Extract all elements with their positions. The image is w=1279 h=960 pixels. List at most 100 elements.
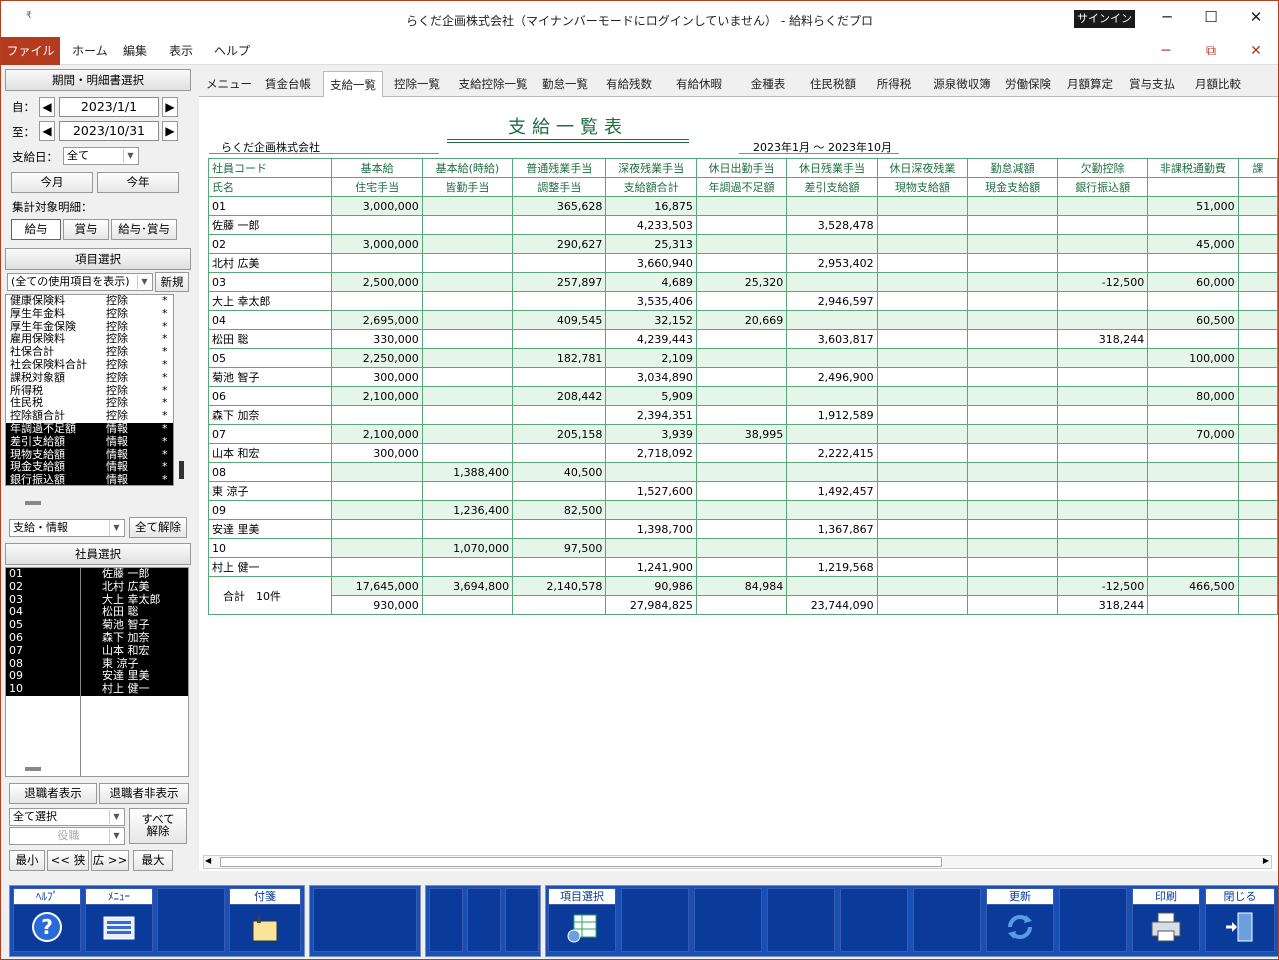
item-list-scrollbar[interactable] (179, 461, 184, 479)
item-list-row[interactable]: 銀行振込額 情報 * (6, 473, 173, 485)
print-button[interactable]: 印刷 (1132, 888, 1200, 952)
show-retired-button[interactable]: 退職者表示 (9, 783, 97, 804)
table-row[interactable]: 東 涼子 1,527,600 1,492,457 (207, 481, 1278, 501)
employee-row[interactable]: 08 東 涼子 (6, 657, 188, 671)
tab-10[interactable]: 住民税額 (803, 71, 863, 97)
table-row[interactable]: 08 1,388,400 40,500 (207, 462, 1278, 482)
blank-function-key[interactable] (621, 888, 689, 952)
employee-row[interactable]: 10 村上 健一 (6, 682, 188, 696)
this-month-button[interactable]: 今月 (11, 172, 93, 193)
blank-function-key[interactable] (157, 888, 225, 952)
item-type-select[interactable]: 支給・情報 ▼ (9, 519, 125, 537)
post-dropdown[interactable]: 役職 ▼ (9, 827, 125, 845)
tab-12[interactable]: 源泉徴収簿 (927, 71, 997, 97)
menu-file[interactable]: ファイル (1, 37, 60, 65)
table-row[interactable]: 松田 聡 330,000 4,239,443 3,603,817 318,244 (207, 329, 1278, 349)
table-row[interactable]: 大上 幸太郎 3,535,406 2,946,597 (207, 291, 1278, 311)
tab-2[interactable]: 賃金台帳 (259, 71, 317, 97)
close-icon[interactable]: ✕ (1236, 5, 1276, 29)
table-row[interactable]: 森下 加奈 2,394,351 1,912,589 (207, 405, 1278, 425)
tab-9[interactable]: 金種表 (739, 71, 797, 97)
table-row[interactable]: 合計 10件 17,645,000 3,694,800 2,140,578 90,986… (207, 576, 1278, 615)
maximize-icon[interactable]: ☐ (1191, 5, 1231, 29)
item-list-row[interactable]: 厚生年金料 控除 * (6, 307, 173, 321)
item-list-row[interactable]: 差引支給額 情報 * (6, 435, 173, 449)
table-row[interactable]: 佐藤 一郎 4,233,503 3,528,478 (207, 215, 1278, 235)
employee-row[interactable]: 02 北村 広美 (6, 580, 188, 594)
from-next-button[interactable]: ▶ (162, 97, 178, 117)
blank-function-key[interactable] (913, 888, 981, 952)
blank-function-key[interactable] (313, 888, 417, 952)
to-next-button[interactable]: ▶ (162, 121, 178, 141)
blank-function-key[interactable] (767, 888, 835, 952)
agg-both-button[interactable]: 給与･賞与 (111, 219, 177, 240)
release-all-button[interactable]: すべて 解除 (129, 808, 187, 844)
employee-row[interactable]: 01 佐藤 一郎 (6, 568, 188, 581)
update-button[interactable]: 更新 (986, 888, 1054, 952)
tab-1[interactable]: メニュー (203, 71, 255, 97)
agg-bonus-button[interactable]: 賞与 (63, 219, 109, 240)
item-list-row[interactable]: 健康保険料 控除 * (6, 295, 173, 308)
tab-16[interactable]: 月額比較 (1187, 71, 1249, 97)
blank-function-key[interactable] (467, 888, 501, 952)
employee-row[interactable]: 06 森下 加奈 (6, 631, 188, 645)
item-filter-select[interactable]: (全ての使用項目を表示) ▼ (7, 273, 153, 291)
item-list-row[interactable]: 課税対象額 控除 * (6, 371, 173, 385)
zoom-max-button[interactable]: 最大 (133, 850, 173, 871)
agg-salary-button[interactable]: 給与 (11, 219, 61, 240)
sticky-note-button[interactable]: 付箋 (229, 888, 301, 952)
table-row[interactable]: 菊池 智子 300,000 3,034,890 2,496,900 (207, 367, 1278, 387)
employee-row[interactable]: 05 菊池 智子 (6, 618, 188, 632)
blank-function-key[interactable] (1059, 888, 1127, 952)
tab-8[interactable]: 有給休暇 (669, 71, 729, 97)
tab-7[interactable]: 有給残数 (599, 71, 659, 97)
zoom-wide-button[interactable]: 広 >> (91, 850, 129, 871)
item-list-row[interactable]: 社会保険料合計 控除 * (6, 358, 173, 372)
doc-minimize-icon[interactable]: ─ (1151, 39, 1181, 63)
table-row[interactable]: 北村 広美 3,660,940 2,953,402 (207, 253, 1278, 273)
tab-13[interactable]: 労働保険 (999, 71, 1057, 97)
table-row[interactable]: 04 2,695,000 409,545 32,152 20,669 60,500 (207, 310, 1278, 330)
item-list[interactable]: 健康保険料 控除 * 厚生年金料 控除 * 厚生年金保険 控除 * 雇用保険料 控除 * 社保合計 控除 *… (5, 294, 174, 486)
table-row[interactable]: 10 1,070,000 97,500 (207, 538, 1278, 558)
clear-all-button[interactable]: 全て解除 (129, 517, 187, 538)
report-hscroll-thumb[interactable] (220, 857, 942, 867)
employee-row[interactable]: 07 山本 和宏 (6, 644, 188, 658)
employee-row[interactable]: 03 大上 幸太郎 (6, 593, 188, 607)
table-row[interactable]: 05 2,250,000 182,781 2,109 100,000 (207, 348, 1278, 368)
tab-6[interactable]: 勤怠一覧 (535, 71, 595, 97)
menu-edit[interactable]: 編集 (123, 37, 147, 65)
hide-retired-button[interactable]: 退職者非表示 (99, 783, 189, 804)
table-row[interactable]: 安達 里美 1,398,700 1,367,867 (207, 519, 1278, 539)
scroll-right-icon[interactable]: ▶ (1263, 856, 1269, 865)
item-select-button[interactable]: 項目選択 (548, 888, 616, 952)
to-date-input[interactable]: 2023/10/31 (59, 121, 159, 141)
blank-function-key[interactable] (429, 888, 463, 952)
item-list-row[interactable]: 年調過不足額 情報 * (6, 422, 173, 436)
minimize-icon[interactable]: ─ (1147, 5, 1187, 29)
new-item-button[interactable]: 新規 (155, 272, 189, 292)
from-prev-button[interactable]: ◀ (39, 97, 55, 117)
zoom-min-button[interactable]: 最小 (9, 850, 45, 871)
blank-function-key[interactable] (694, 888, 762, 952)
tab-15[interactable]: 賞与支払 (1123, 71, 1181, 97)
table-row[interactable]: 07 2,100,000 205,158 3,939 38,995 70,000 (207, 424, 1278, 444)
menu-button[interactable]: ﾒﾆｭｰ (85, 888, 153, 952)
employee-row[interactable]: 04 松田 聡 (6, 606, 188, 620)
payday-select[interactable]: 全て ▼ (63, 147, 139, 165)
tab-5[interactable]: 支給控除一覧 (451, 71, 535, 97)
from-date-input[interactable]: 2023/1/1 (59, 97, 159, 117)
menu-help[interactable]: ヘルプ (214, 37, 250, 65)
scroll-left-icon[interactable]: ◀ (205, 856, 211, 865)
table-row[interactable]: 02 3,000,000 290,627 25,313 45,000 (207, 234, 1278, 254)
table-row[interactable]: 930,000 27,984,825 23,744,090 318,244 (209, 595, 1278, 615)
employee-list-hscroll[interactable] (25, 767, 41, 771)
this-year-button[interactable]: 今年 (97, 172, 179, 193)
menu-home[interactable]: ホーム (72, 37, 108, 65)
table-row[interactable]: 09 1,236,400 82,500 (207, 500, 1278, 520)
help-button[interactable]: ﾍﾙﾌﾟ ? (13, 888, 81, 952)
tab-14[interactable]: 月額算定 (1061, 71, 1119, 97)
to-prev-button[interactable]: ◀ (39, 121, 55, 141)
employee-row[interactable]: 09 安達 里美 (6, 670, 188, 684)
zoom-narrow-button[interactable]: << 狭 (47, 850, 89, 871)
